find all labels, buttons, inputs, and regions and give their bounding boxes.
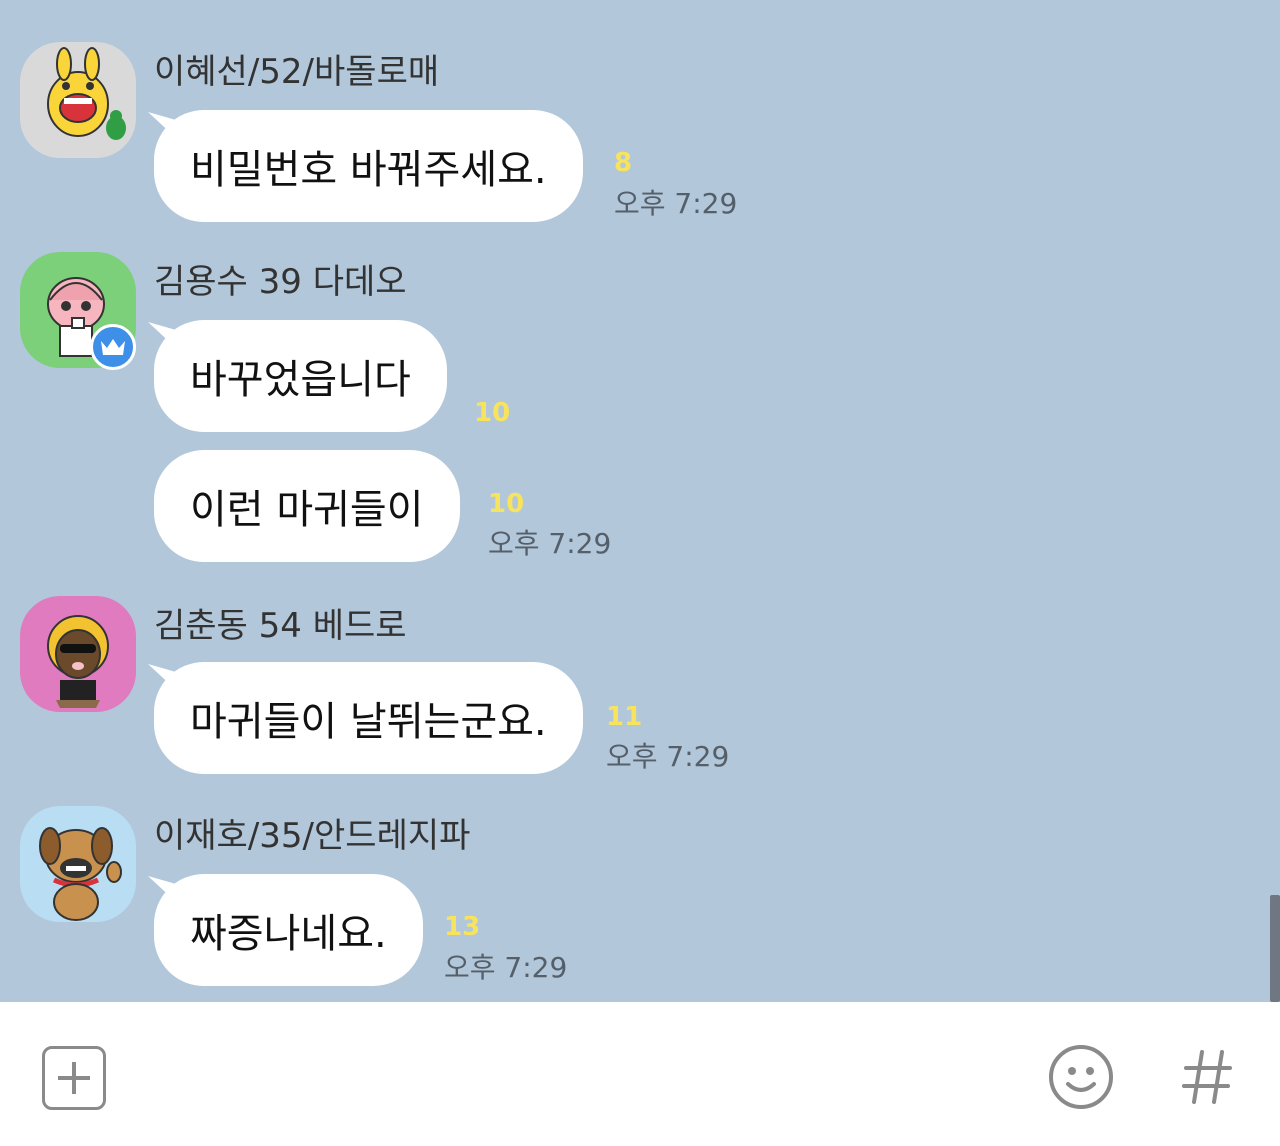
avatar[interactable] <box>20 42 136 158</box>
message-time: 오후 7:29 <box>488 527 612 560</box>
sender-name: 이혜선/52/바돌로매 <box>154 52 440 92</box>
unread-count: 10 <box>474 398 511 428</box>
profile-image <box>47 47 126 140</box>
avatar[interactable] <box>20 806 136 922</box>
sender-name: 이재호/35/안드레지파 <box>154 816 471 856</box>
unread-count: 11 <box>606 702 643 732</box>
profile-image <box>39 827 122 921</box>
unread-count: 10 <box>488 489 525 519</box>
sender-name: 김춘동 54 베드로 <box>154 606 407 646</box>
profile-image <box>47 615 109 708</box>
message-bubble[interactable]: 이런 마귀들이 <box>154 450 460 562</box>
message-bubble[interactable]: 비밀번호 바꿔주세요. <box>154 110 583 222</box>
message-time: 오후 7:29 <box>614 187 738 220</box>
scrollbar[interactable] <box>1270 895 1280 1002</box>
input-toolbar <box>0 1002 1280 1146</box>
smiley-icon[interactable] <box>1048 1044 1114 1110</box>
message-bubble[interactable]: 짜증나네요. <box>154 874 423 986</box>
avatar[interactable] <box>20 596 136 712</box>
message-time: 오후 7:29 <box>606 740 730 773</box>
chat-message-list[interactable]: 이혜선/52/바돌로매 비밀번호 바꿔주세요. 8 오후 7:29 김용수 39… <box>0 0 1280 1002</box>
message-bubble[interactable]: 바꾸었읍니다 <box>154 320 447 432</box>
hash-icon[interactable] <box>1180 1044 1236 1110</box>
sender-name: 김용수 39 다데오 <box>154 262 407 302</box>
message-time: 오후 7:29 <box>444 951 568 984</box>
crown-icon <box>90 324 136 370</box>
unread-count: 13 <box>444 912 481 942</box>
unread-count: 8 <box>614 148 633 178</box>
message-bubble[interactable]: 마귀들이 날뛰는군요. <box>154 662 583 774</box>
plus-square-icon[interactable] <box>42 1046 106 1110</box>
